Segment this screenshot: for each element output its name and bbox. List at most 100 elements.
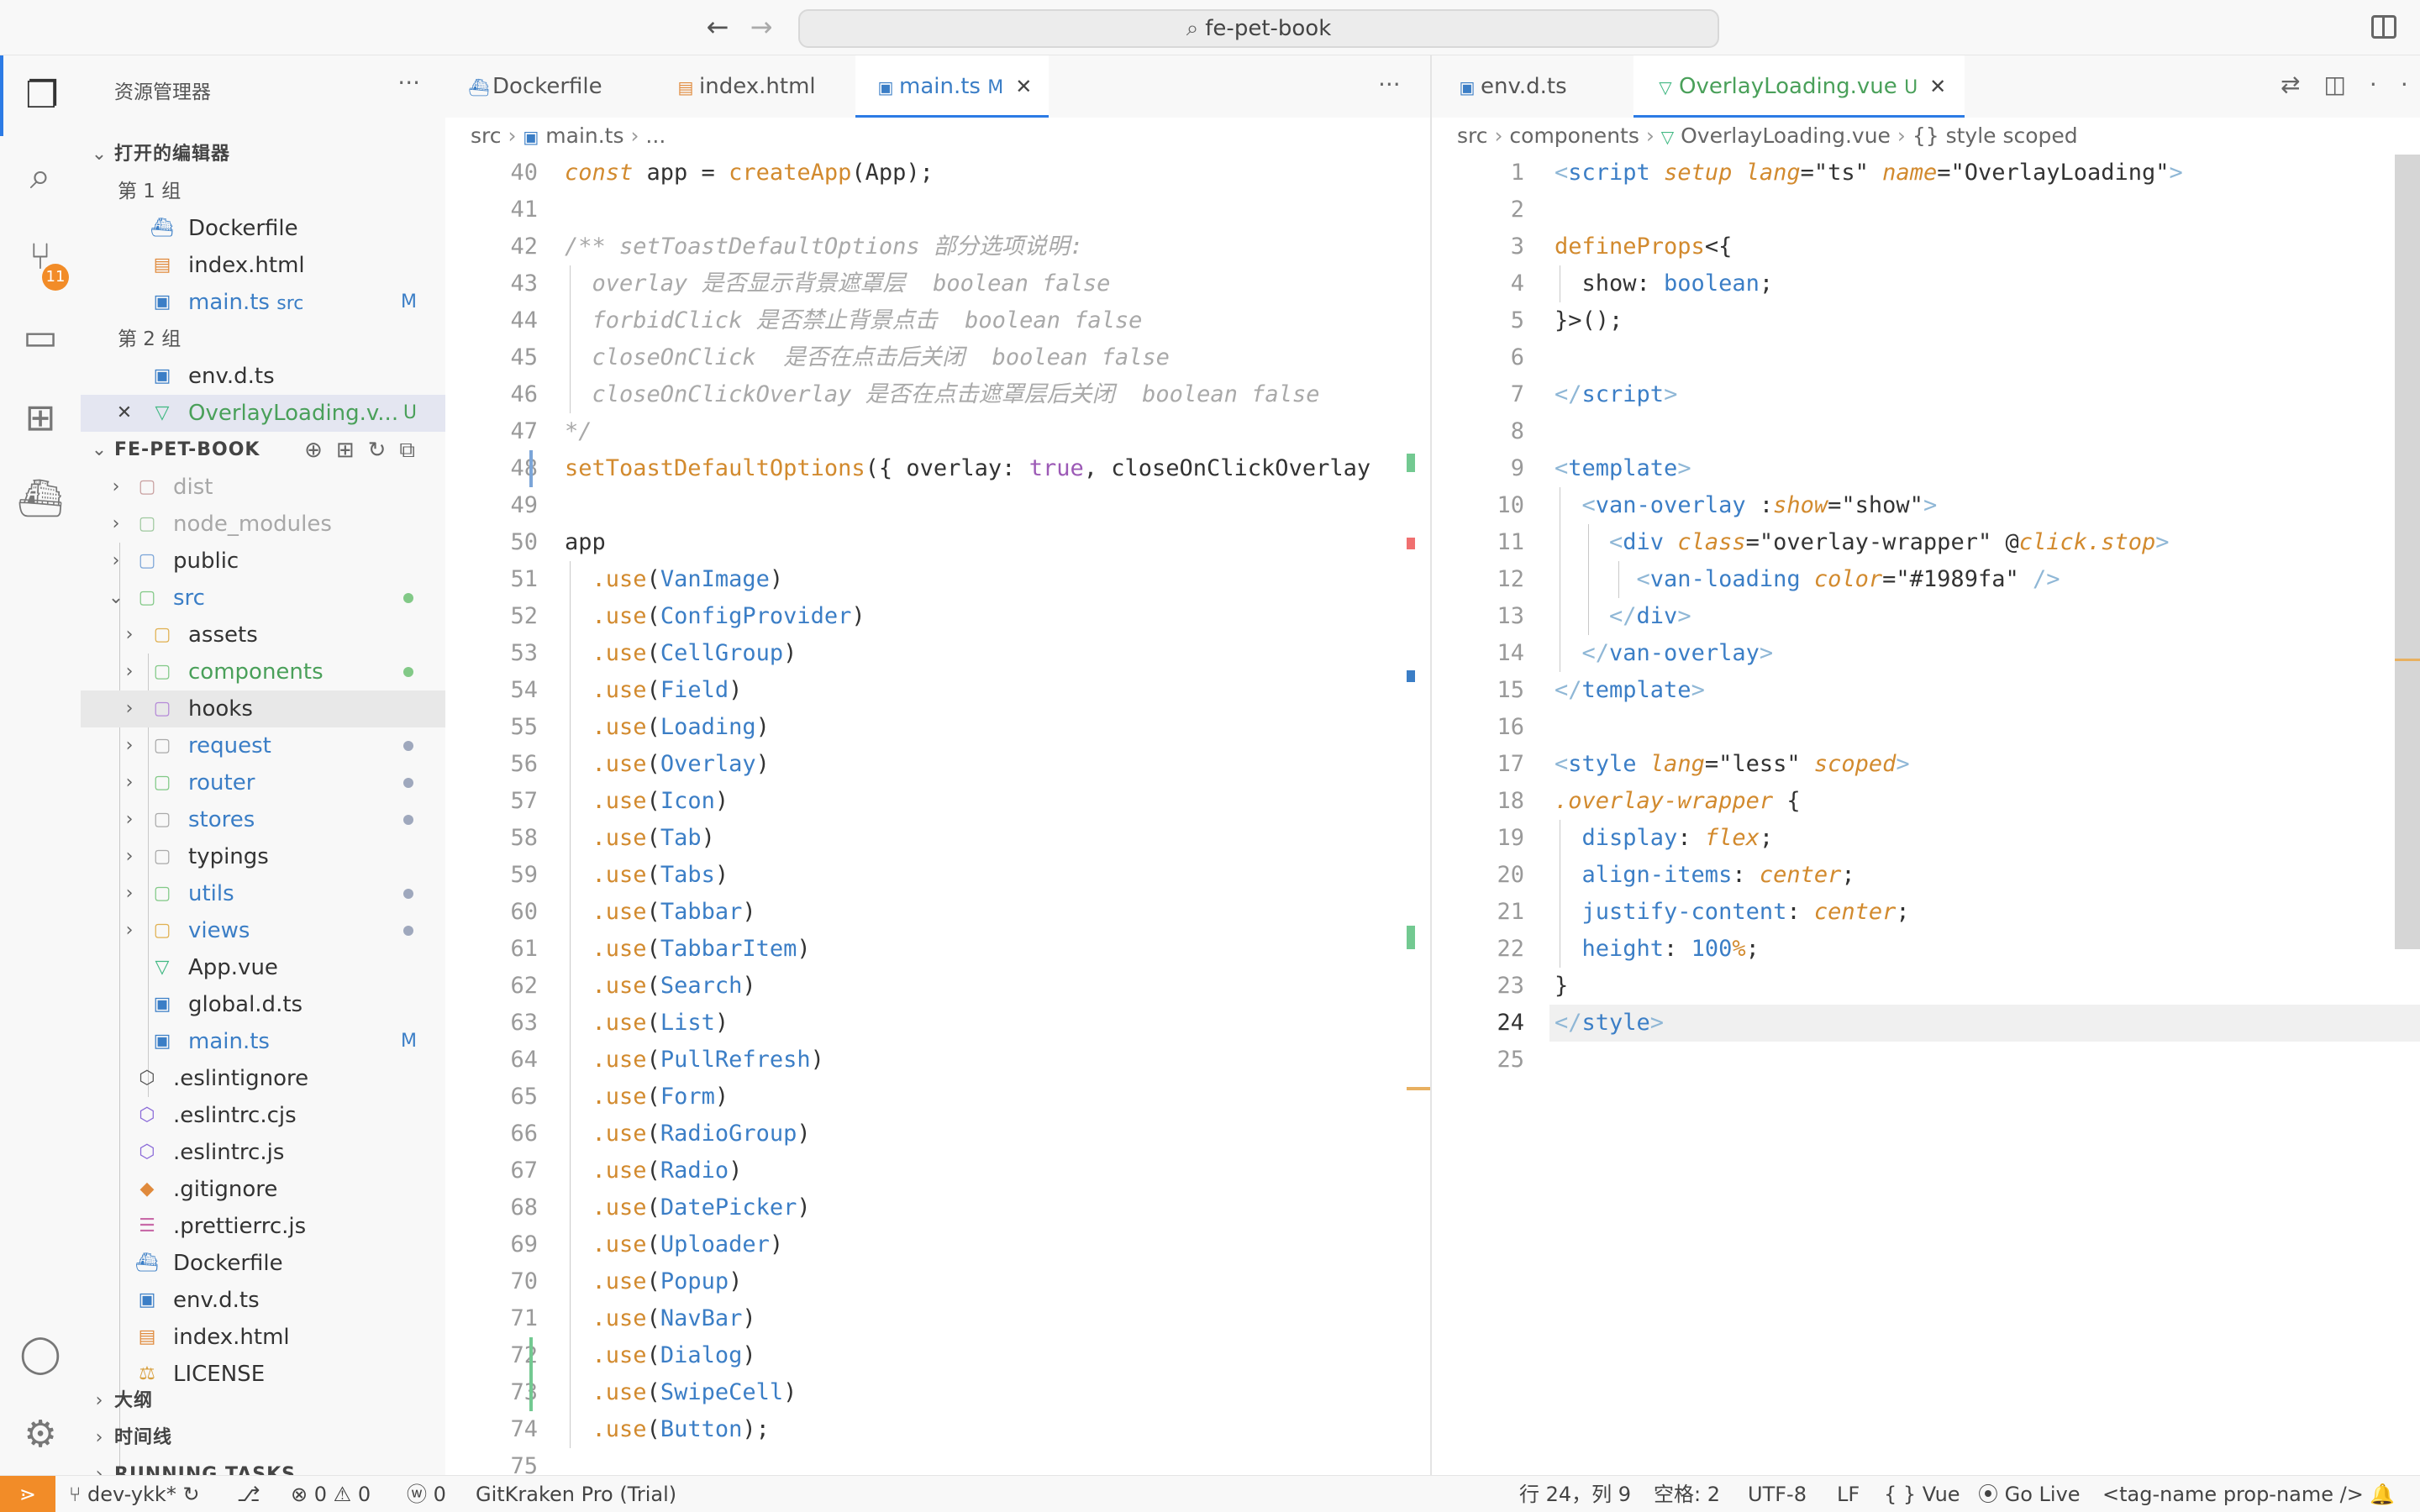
- tree-file[interactable]: ⬡ .eslintrc.cjs: [81, 1097, 445, 1134]
- tag-status[interactable]: <tag-name prop-name />: [2102, 1476, 2364, 1512]
- tree-folder[interactable]: › ▢ typings: [81, 838, 445, 875]
- open-editor-item[interactable]: ⛴ Dockerfile: [81, 210, 445, 247]
- code-line: defineProps<{: [1555, 228, 1732, 265]
- editor-actions[interactable]: ⇄◫···: [2281, 71, 2420, 98]
- running-tasks-header[interactable]: › RUNNING TASKS: [81, 1457, 445, 1475]
- git-graph-icon[interactable]: ⎇: [237, 1476, 260, 1512]
- explorer-icon[interactable]: ❐: [0, 55, 81, 136]
- code-token: NavBar: [660, 1305, 743, 1331]
- tree-folder[interactable]: › ▢ stores: [81, 801, 445, 838]
- typescript-file-icon: ▣: [153, 365, 171, 386]
- tab-main-ts[interactable]: ▣ main.ts M ✕: [855, 55, 1050, 118]
- forward-arrow-icon[interactable]: →: [744, 10, 778, 44]
- code-line: .use(Icon): [565, 783, 729, 820]
- line-number: 43: [510, 270, 538, 297]
- close-icon[interactable]: ✕: [114, 395, 134, 432]
- timeline-header[interactable]: › 时间线: [81, 1420, 445, 1457]
- indentation-status[interactable]: 空格: 2: [1654, 1476, 1720, 1512]
- tree-file[interactable]: ⛴ Dockerfile: [81, 1245, 445, 1282]
- close-icon[interactable]: ✕: [1015, 75, 1032, 98]
- code-token: app =: [633, 160, 729, 186]
- chevron-right-icon: ›: [125, 920, 134, 941]
- line-number: 65: [510, 1084, 538, 1110]
- breadcrumb-item[interactable]: main.ts: [545, 123, 623, 148]
- tree-folder-hovered[interactable]: › ▢ hooks: [81, 690, 445, 727]
- toggle-sidebar-layout-icon[interactable]: [2371, 15, 2396, 39]
- problems-status[interactable]: ⊗ 0 ⚠ 0: [291, 1476, 371, 1512]
- explorer-toolbar[interactable]: ⊕⊞↻⧉: [304, 432, 429, 469]
- open-editor-item[interactable]: ▣ env.d.ts: [81, 358, 445, 395]
- encoding-status[interactable]: UTF-8: [1748, 1476, 1807, 1512]
- line-number: 73: [510, 1379, 538, 1405]
- tree-file[interactable]: ▣ main.ts M: [81, 1023, 445, 1060]
- tab-overlay-loading-vue[interactable]: ▽ OverlayLoading.vue U ✕: [1634, 55, 1965, 118]
- breadcrumb-item[interactable]: ...: [645, 123, 666, 148]
- tree-file[interactable]: ▣ env.d.ts: [81, 1282, 445, 1319]
- docker-icon[interactable]: ⛴: [0, 459, 81, 539]
- search-icon[interactable]: ⌕: [0, 136, 81, 217]
- code-token: ): [742, 1305, 756, 1331]
- tree-folder[interactable]: › ▢ dist: [81, 469, 445, 506]
- command-center-search[interactable]: ⌕ fe-pet-book: [798, 9, 1719, 48]
- line-number: 24: [1497, 1010, 1524, 1036]
- breadcrumb-item[interactable]: src: [471, 123, 502, 148]
- ports-status[interactable]: ⓦ 0: [407, 1476, 446, 1512]
- open-editor-item[interactable]: ▣ main.ts src M: [81, 284, 445, 321]
- tab-index-html[interactable]: ▤ index.html: [660, 55, 828, 118]
- remote-indicator-icon[interactable]: ⋗: [0, 1476, 55, 1512]
- breadcrumb-item[interactable]: {} style scoped: [1912, 123, 2078, 148]
- tree-file[interactable]: ⬡ .eslintignore: [81, 1060, 445, 1097]
- notifications-bell-icon[interactable]: 🔔: [2370, 1476, 2395, 1512]
- tree-folder[interactable]: › ▢ node_modules: [81, 506, 445, 543]
- code-token: align-items: [1555, 862, 1733, 888]
- account-icon[interactable]: ◯: [0, 1314, 81, 1394]
- cursor-position[interactable]: 行 24，列 9: [1519, 1476, 1631, 1512]
- tree-folder[interactable]: › ▢ utils: [81, 875, 445, 912]
- open-editors-header[interactable]: ⌄ 打开的编辑器: [81, 136, 445, 173]
- code-token: >: [1677, 455, 1691, 481]
- settings-gear-icon[interactable]: ⚙: [0, 1394, 81, 1475]
- extensions-icon[interactable]: ⊞: [0, 378, 81, 459]
- code-token: Tabbar: [660, 899, 743, 925]
- tree-file[interactable]: ▤ index.html: [81, 1319, 445, 1356]
- outline-header[interactable]: › 大纲: [81, 1383, 445, 1420]
- tab-env-d-ts[interactable]: ▣ env.d.ts: [1442, 55, 1579, 118]
- breadcrumb-item[interactable]: src: [1457, 123, 1488, 148]
- typescript-file-icon: ▣: [138, 1289, 156, 1310]
- breadcrumb-item[interactable]: OverlayLoading.vue: [1681, 123, 1891, 148]
- line-number: 4: [1510, 270, 1524, 297]
- eol-status[interactable]: LF: [1837, 1476, 1860, 1512]
- explorer-more-icon[interactable]: ···: [397, 69, 420, 97]
- tree-file[interactable]: ◆ .gitignore: [81, 1171, 445, 1208]
- code-token: .use: [565, 1231, 647, 1257]
- open-editor-item-active[interactable]: ✕ ▽ OverlayLoading.v... U: [81, 395, 445, 432]
- gitkraken-status[interactable]: GitKraken Pro (Trial): [476, 1476, 676, 1512]
- tree-folder[interactable]: › ▢ views: [81, 912, 445, 949]
- back-arrow-icon[interactable]: ←: [701, 10, 734, 44]
- language-mode[interactable]: { } Vue: [1884, 1476, 1960, 1512]
- vertical-scrollbar[interactable]: [2395, 155, 2420, 949]
- tree-folder[interactable]: › ▢ router: [81, 764, 445, 801]
- close-icon[interactable]: ✕: [1929, 75, 1946, 98]
- code-token: (: [646, 603, 660, 629]
- branch-status[interactable]: ⑂ dev-ykk* ↻: [69, 1476, 200, 1512]
- tab-dockerfile[interactable]: ⛴ Dockerfile: [454, 55, 614, 118]
- project-header[interactable]: ⌄ FE-PET-BOOK ⊕⊞↻⧉: [81, 432, 445, 469]
- tree-folder-open[interactable]: ⌄ ▢ src: [81, 580, 445, 617]
- tree-folder[interactable]: › ▢ request: [81, 727, 445, 764]
- tree-file[interactable]: ☰ .prettierrc.js: [81, 1208, 445, 1245]
- tree-folder[interactable]: › ▢ public: [81, 543, 445, 580]
- tabs-more-icon[interactable]: ···: [1378, 71, 1401, 98]
- tree-file[interactable]: ⬡ .eslintrc.js: [81, 1134, 445, 1171]
- tree-file[interactable]: ▣ global.d.ts: [81, 986, 445, 1023]
- code-line: app: [565, 524, 606, 561]
- tree-file[interactable]: ▽ App.vue: [81, 949, 445, 986]
- tree-folder[interactable]: › ▢ assets: [81, 617, 445, 654]
- breadcrumb-item[interactable]: components: [1509, 123, 1639, 148]
- activity-bar: ❐ ⌕ ⑂ 11 ▭ ⊞ ⛴ ◯ ⚙: [0, 55, 81, 1475]
- remote-explorer-icon[interactable]: ▭: [0, 297, 81, 378]
- tree-folder[interactable]: › ▢ components: [81, 654, 445, 690]
- open-editor-item[interactable]: ▤ index.html: [81, 247, 445, 284]
- source-control-icon[interactable]: ⑂ 11: [0, 217, 81, 297]
- go-live-button[interactable]: ⦿ Go Live: [1978, 1476, 2081, 1512]
